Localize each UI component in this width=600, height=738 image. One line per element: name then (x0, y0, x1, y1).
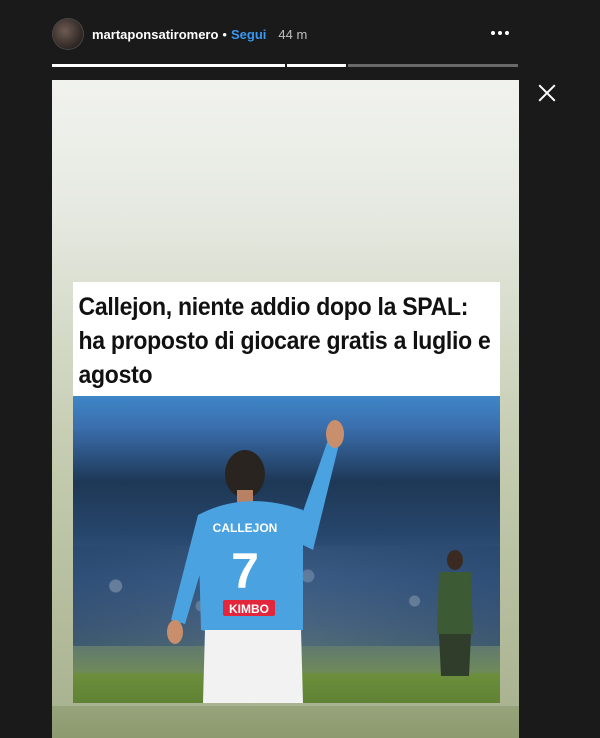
jersey-number: 7 (231, 543, 259, 599)
player-figure: 7 CALLEJON KIMBO (167, 420, 344, 703)
username[interactable]: martaponsatiromero (92, 27, 218, 42)
close-icon[interactable] (536, 82, 558, 104)
progress-segment-2 (287, 64, 346, 67)
more-options-icon[interactable] (488, 23, 512, 43)
shared-post-image: Callejon, niente addio dopo la SPAL: ha … (73, 282, 500, 703)
story-bottom (52, 706, 519, 738)
story-progress (52, 64, 519, 67)
story-header: martaponsatiromero • Segui 44 m (52, 16, 520, 52)
sponsor-logo: KIMBO (229, 602, 269, 616)
story-media[interactable]: Callejon, niente addio dopo la SPAL: ha … (52, 80, 519, 738)
follow-button[interactable]: Segui (231, 27, 266, 42)
player-photo: 7 CALLEJON KIMBO (73, 396, 500, 703)
progress-segment-3 (348, 64, 518, 67)
separator-dot: • (222, 26, 227, 42)
progress-segment-1 (52, 64, 285, 67)
headline: Callejon, niente addio dopo la SPAL: ha … (78, 293, 491, 389)
jersey-name: CALLEJON (213, 521, 278, 535)
avatar[interactable] (52, 18, 84, 50)
timestamp: 44 m (278, 26, 308, 42)
opponent-player (437, 550, 473, 676)
